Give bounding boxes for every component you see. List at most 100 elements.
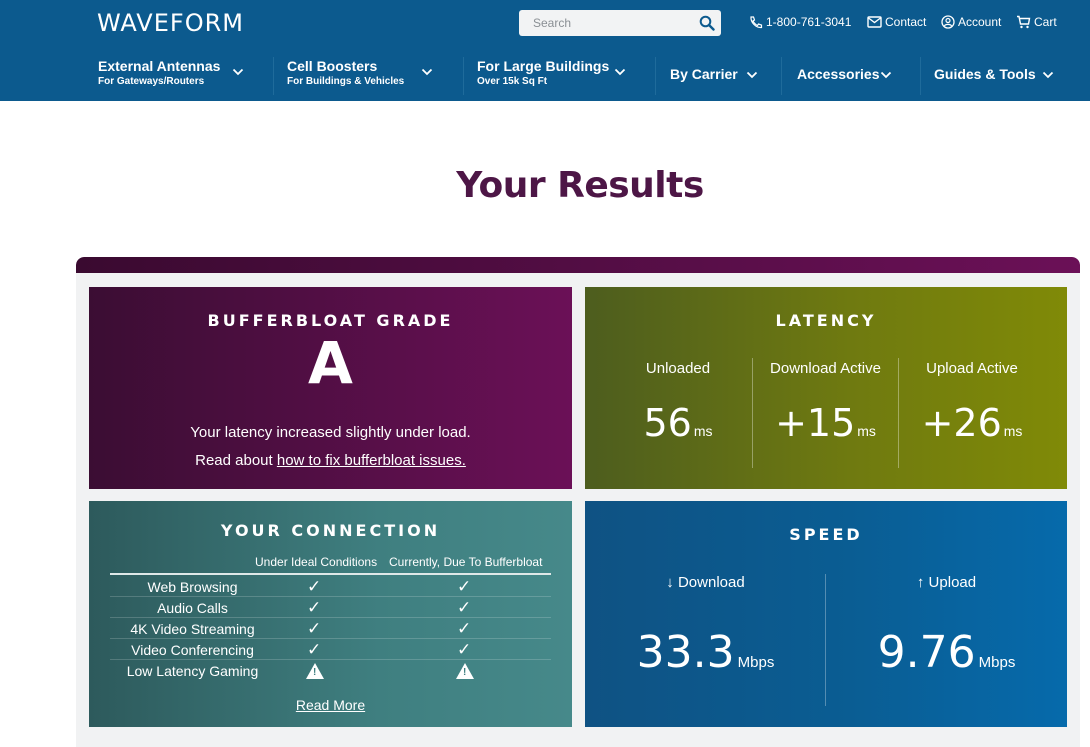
chevron-down-icon <box>1042 71 1054 79</box>
nav-divider <box>463 57 464 95</box>
latency-number: +26 <box>921 401 1002 445</box>
nav-cell-boosters[interactable]: Cell Boosters For Buildings & Vehicles <box>287 58 447 94</box>
connection-row: Web Browsing ✓ ✓ <box>110 576 551 597</box>
connection-card: YOUR CONNECTION Under Ideal Conditions C… <box>89 501 572 727</box>
nav-title: Guides & Tools <box>934 66 1036 82</box>
results-top-bar <box>76 257 1080 273</box>
nav-guides-tools[interactable]: Guides & Tools <box>934 66 1059 102</box>
connection-row: Video Conferencing ✓ ✓ <box>110 639 551 660</box>
download-label: ↓ Download <box>666 574 745 591</box>
check-icon: ✓ <box>307 577 322 596</box>
latency-download-active: Download Active +15 ms <box>753 287 898 489</box>
nav-subtitle: For Gateways/Routers <box>98 76 205 87</box>
logo[interactable]: WAVEFORM <box>97 9 244 37</box>
check-icon: ✓ <box>457 640 472 659</box>
nav-divider <box>781 57 782 95</box>
upload-value: 9.76 Mbps <box>826 627 1067 678</box>
phone-icon <box>750 15 763 28</box>
cart-label: Cart <box>1034 15 1057 29</box>
mail-icon <box>867 16 882 28</box>
upload-number: 9.76 <box>877 627 976 678</box>
download-value: 33.3 Mbps <box>585 627 826 678</box>
page-title: Your Results <box>456 165 704 206</box>
cart-icon <box>1017 15 1031 29</box>
check-icon: ✓ <box>307 619 322 638</box>
warning-icon: ! <box>306 663 324 679</box>
latency-value: +15 ms <box>753 401 898 445</box>
connection-row: Audio Calls ✓ ✓ <box>110 597 551 618</box>
header-rule <box>110 573 551 575</box>
upload-label: ↑ Upload <box>916 574 977 591</box>
speed-card: SPEED ↓ Download 33.3 Mbps ↑ Upload 9.76 M… <box>585 501 1067 727</box>
chevron-down-icon <box>746 71 758 79</box>
latency-value: 56 ms <box>607 401 749 445</box>
phone-link[interactable]: 1-800-761-3041 <box>749 15 851 29</box>
download-unit: Mbps <box>737 654 775 671</box>
nav-divider <box>273 57 274 95</box>
account-icon <box>941 15 955 29</box>
latency-number: 56 <box>643 401 692 445</box>
check-icon: ✓ <box>457 598 472 617</box>
check-icon: ✓ <box>457 577 472 596</box>
check-icon: ✓ <box>307 598 322 617</box>
read-more-link[interactable]: Read More <box>89 697 572 713</box>
cart-link[interactable]: Cart <box>1016 15 1057 29</box>
read-about-text: Read about <box>195 452 273 469</box>
latency-card: LATENCY Unloaded 56 ms Download Active +1… <box>585 287 1067 489</box>
connection-activity: Audio Calls <box>157 600 228 616</box>
download-number: 33.3 <box>636 627 735 678</box>
chevron-down-icon <box>232 68 244 76</box>
contact-link[interactable]: Contact <box>867 15 926 29</box>
connection-activity: 4K Video Streaming <box>130 621 255 637</box>
nav-divider <box>655 57 656 95</box>
bufferbloat-grade: A <box>308 329 353 397</box>
connection-activity: Low Latency Gaming <box>126 663 259 679</box>
search-button[interactable] <box>693 10 721 36</box>
check-icon: ✓ <box>457 619 472 638</box>
bufferbloat-message: Your latency increased slightly under lo… <box>190 424 471 441</box>
current-header: Currently, Due To Bufferbloat <box>389 555 543 569</box>
speed-download: ↓ Download 33.3 Mbps <box>585 501 826 727</box>
fix-bufferbloat-link[interactable]: how to fix bufferbloat issues. <box>277 452 466 469</box>
warning-icon: ! <box>456 663 474 679</box>
latency-number: +15 <box>775 401 856 445</box>
connection-row: Low Latency Gaming ! ! <box>110 660 551 681</box>
latency-label: Download Active <box>770 360 881 377</box>
latency-label: Upload Active <box>926 360 1018 377</box>
check-icon: ✓ <box>307 640 322 659</box>
account-label: Account <box>958 15 1002 29</box>
latency-value: +26 ms <box>899 401 1045 445</box>
site-header: WAVEFORM 1-800-761-3041 Contact Account <box>0 0 1090 101</box>
ideal-header: Under Ideal Conditions <box>255 555 378 569</box>
phone-number: 1-800-761-3041 <box>766 15 852 29</box>
search-input[interactable] <box>519 10 693 36</box>
chevron-down-icon <box>614 68 626 76</box>
nav-large-buildings[interactable]: For Large Buildings Over 15k Sq Ft <box>477 58 637 94</box>
latency-unit: ms <box>857 423 876 439</box>
account-link[interactable]: Account <box>941 15 1001 29</box>
nav-title: By Carrier <box>670 66 738 82</box>
latency-unit: ms <box>693 423 713 439</box>
latency-unit: ms <box>1003 423 1023 439</box>
speed-upload: ↑ Upload 9.76 Mbps <box>826 501 1067 727</box>
chevron-down-icon <box>421 68 433 76</box>
nav-divider <box>920 57 921 95</box>
connection-row: 4K Video Streaming ✓ ✓ <box>110 618 551 639</box>
upload-unit: Mbps <box>978 654 1016 671</box>
nav-title: For Large Buildings <box>477 58 610 74</box>
search-box <box>519 10 721 36</box>
bufferbloat-read-line: Read about how to fix bufferbloat issues… <box>89 452 572 469</box>
connection-title: YOUR CONNECTION <box>220 521 441 540</box>
latency-upload-active: Upload Active +26 ms <box>899 287 1045 489</box>
nav-accessories[interactable]: Accessories <box>797 66 907 102</box>
nav-subtitle: Over 15k Sq Ft <box>477 76 548 87</box>
nav-external-antennas[interactable]: External Antennas For Gateways/Routers <box>98 58 258 94</box>
bufferbloat-title: BUFFERBLOAT GRADE <box>207 311 454 330</box>
nav-by-carrier[interactable]: By Carrier <box>670 66 770 102</box>
nav-title: Accessories <box>797 66 880 82</box>
connection-activity: Web Browsing <box>147 579 238 595</box>
connection-activity: Video Conferencing <box>131 642 254 658</box>
nav-subtitle: For Buildings & Vehicles <box>287 76 405 87</box>
latency-unloaded: Unloaded 56 ms <box>607 287 749 489</box>
contact-label: Contact <box>885 15 927 29</box>
